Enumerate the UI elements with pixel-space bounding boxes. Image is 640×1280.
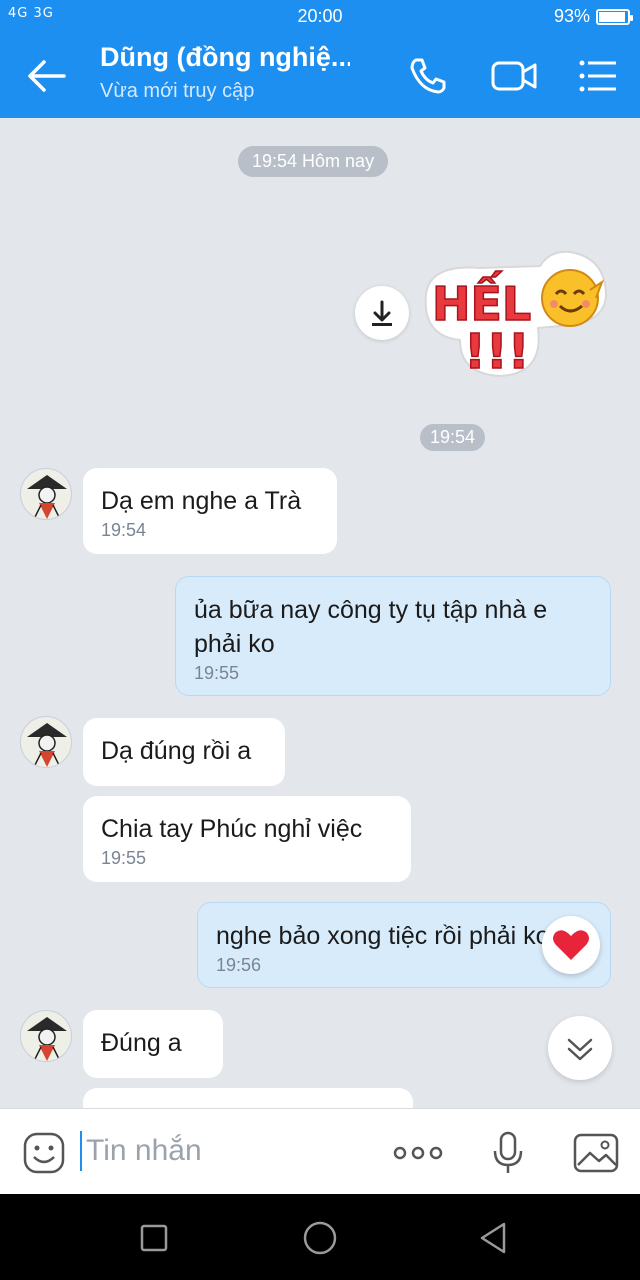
system-nav-bar bbox=[0, 1194, 640, 1280]
message-text: Chia tay Phúc nghỉ việc bbox=[101, 815, 363, 843]
message-text: ủa bữa nay công ty tụ tập nhà e phải ko bbox=[194, 596, 548, 658]
avatar-image bbox=[27, 475, 67, 519]
message-text: nghe bảo xong tiệc rồi phải ko bbox=[216, 922, 550, 950]
more-icon bbox=[393, 1146, 443, 1160]
clock: 20:00 bbox=[297, 6, 343, 26]
date-separator: 19:54 Hôm nay bbox=[238, 146, 389, 177]
image-button[interactable] bbox=[572, 1129, 620, 1177]
my-message-bubble[interactable]: ủa bữa nay công ty tụ tập nhà e phải ko … bbox=[175, 576, 611, 696]
message-input-bar bbox=[0, 1108, 640, 1194]
download-button[interactable] bbox=[355, 286, 409, 340]
image-icon bbox=[573, 1133, 619, 1173]
microphone-icon bbox=[493, 1131, 523, 1173]
avatar[interactable] bbox=[20, 468, 72, 520]
triangle-back-icon bbox=[480, 1222, 506, 1254]
menu-icon bbox=[579, 60, 616, 92]
react-button[interactable] bbox=[542, 916, 600, 974]
contact-status: Vừa mới truy cập bbox=[100, 80, 255, 102]
battery-percent: 93% bbox=[553, 6, 590, 26]
voice-button[interactable] bbox=[484, 1129, 532, 1177]
circle-icon bbox=[303, 1221, 337, 1255]
download-icon bbox=[372, 300, 392, 326]
phone-icon bbox=[410, 58, 446, 94]
message-time: 19:55 bbox=[101, 848, 147, 868]
emoji-button[interactable] bbox=[20, 1129, 68, 1177]
avatar-image bbox=[27, 1017, 67, 1061]
contact-name[interactable]: Dũng (đồng nghiệ... bbox=[100, 42, 350, 73]
video-call-icon bbox=[491, 61, 537, 91]
message-time: 19:54 bbox=[101, 520, 147, 540]
square-icon bbox=[140, 1224, 168, 1252]
message-text: Dạ em nghe a Trà bbox=[101, 487, 302, 515]
avatar[interactable] bbox=[20, 716, 72, 768]
sticker-time: 19:54 bbox=[420, 424, 486, 451]
message-time: 19:55 bbox=[194, 663, 240, 683]
svg-text:HẾL: HẾL bbox=[432, 271, 531, 331]
hello-sticker[interactable]: HẾL !!! bbox=[420, 244, 612, 381]
message-text: Đúng a bbox=[101, 1029, 182, 1057]
avatar-image bbox=[27, 723, 67, 767]
menu-button[interactable] bbox=[576, 54, 620, 98]
emoji-icon bbox=[23, 1132, 65, 1174]
svg-text:!!!: !!! bbox=[464, 324, 530, 380]
message-input[interactable] bbox=[80, 1131, 380, 1171]
status-bar: 4G 3G 20:00 93% bbox=[0, 0, 640, 32]
recent-apps-button[interactable] bbox=[134, 1218, 174, 1258]
message-bubble[interactable]: Đúng a bbox=[83, 1010, 223, 1078]
double-chevron-down-icon bbox=[567, 1038, 593, 1061]
home-button[interactable] bbox=[300, 1218, 340, 1258]
back-arrow-icon bbox=[28, 60, 66, 92]
battery-icon bbox=[596, 8, 633, 25]
video-call-button[interactable] bbox=[490, 54, 537, 98]
back-button[interactable] bbox=[24, 56, 68, 96]
back-nav-button[interactable] bbox=[474, 1218, 514, 1258]
more-button[interactable] bbox=[392, 1129, 444, 1177]
call-button[interactable] bbox=[406, 54, 450, 98]
message-bubble[interactable]: Dạ đúng rồi a bbox=[83, 718, 285, 786]
chat-header: Dũng (đồng nghiệ... Vừa mới truy cập bbox=[0, 32, 640, 118]
heart-icon bbox=[553, 930, 589, 960]
avatar[interactable] bbox=[20, 1010, 72, 1062]
battery-indicator: 93% bbox=[553, 6, 633, 27]
message-time: 19:56 bbox=[216, 955, 262, 975]
scroll-to-bottom-button[interactable] bbox=[548, 1016, 612, 1080]
message-bubble[interactable]: Chia tay Phúc nghỉ việc 19:55 bbox=[83, 796, 411, 882]
message-text: Dạ đúng rồi a bbox=[101, 737, 252, 765]
message-bubble[interactable]: Dạ em nghe a Trà 19:54 bbox=[83, 468, 337, 554]
